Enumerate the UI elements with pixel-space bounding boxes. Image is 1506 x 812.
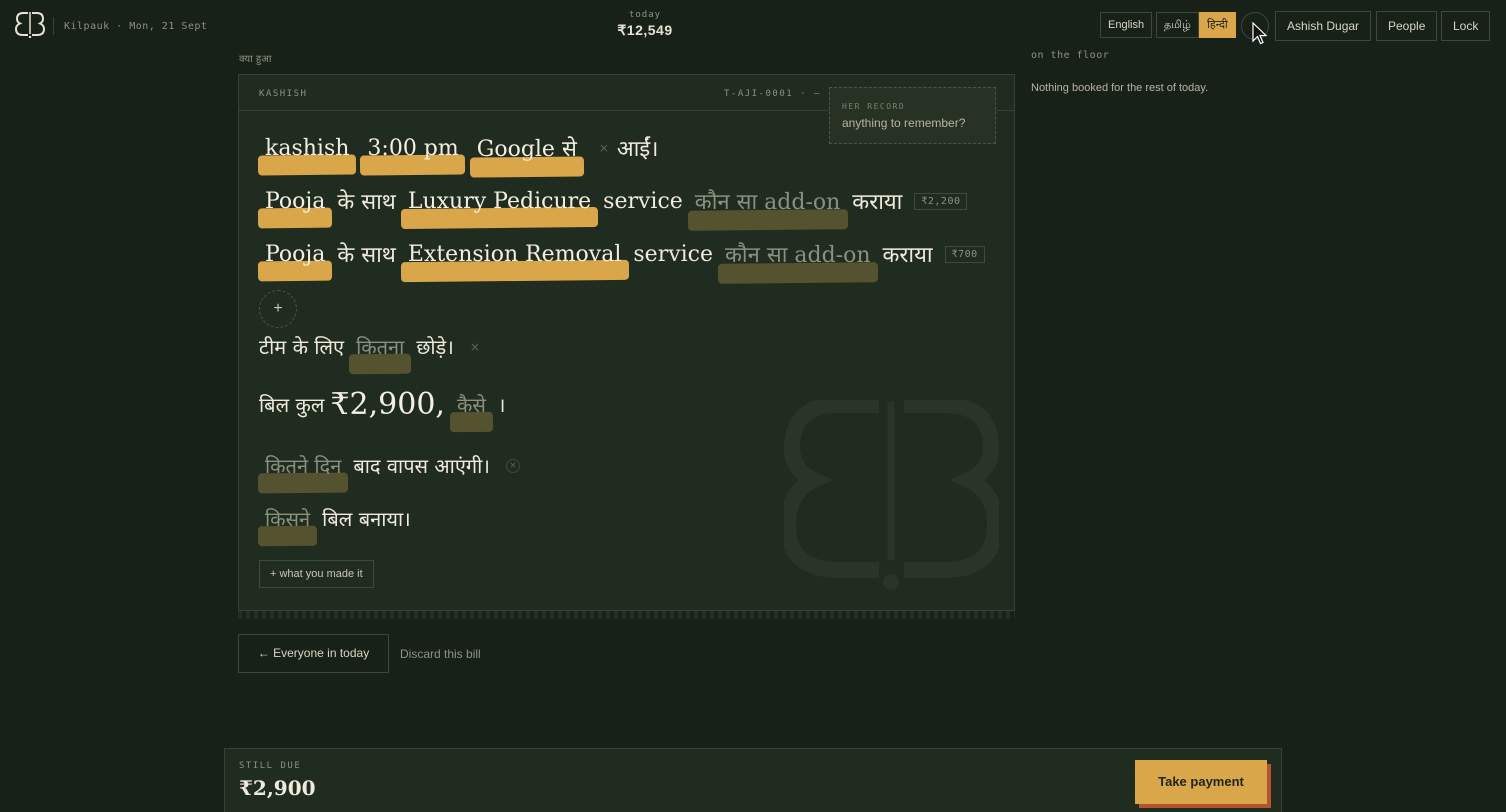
add-service-button[interactable]: + — [259, 290, 297, 328]
still-due-amount: ₹2,900 — [239, 776, 316, 800]
did-text: कराया — [882, 243, 933, 268]
brand-watermark-icon — [784, 400, 999, 590]
today-total: today ₹12,549 — [600, 10, 690, 39]
client-name-label: KASHISH — [259, 89, 308, 99]
client-name-token[interactable]: kashish — [259, 136, 355, 161]
service-price-chip: ₹700 — [944, 245, 985, 263]
top-bar: Kilpauk · Mon, 21 Sept today ₹12,549 Eng… — [0, 0, 1506, 52]
lock-button[interactable]: Lock — [1441, 11, 1491, 41]
bill-card: KASHISH T-AJI-0001 · — HER RECORD anythi… — [238, 74, 1015, 611]
logo-divider — [53, 17, 54, 35]
ticket-number: T-AJI-0001 · — — [724, 89, 821, 99]
brand-logo-icon — [14, 12, 46, 38]
bill-total: ₹2,900, — [330, 387, 445, 422]
user-button[interactable]: Ashish Dugar — [1275, 11, 1372, 41]
location-date: Kilpauk · Mon, 21 Sept — [64, 21, 208, 32]
service-token[interactable]: Extension Removal — [402, 242, 628, 267]
service-line: Pooja के साथ Luxury Pedicure service कौन… — [259, 186, 968, 216]
return-days-token[interactable]: कितने दिन — [259, 452, 347, 479]
service-line: Pooja के साथ Extension Removal service क… — [259, 239, 985, 269]
on-floor-label: on the floor — [1031, 50, 1110, 61]
tip-end: छोड़े। — [416, 335, 454, 359]
tip-line: टीम के लिए कितना छोड़े। × — [259, 333, 488, 360]
language-hindi-button[interactable]: हिन्दी — [1199, 12, 1236, 38]
still-due-label: STILL DUE — [239, 761, 302, 771]
everyone-in-today-button[interactable]: ← Everyone in today — [238, 634, 389, 673]
client-record-note[interactable]: HER RECORD anything to remember? — [829, 87, 996, 144]
still-due-bar: STILL DUE ₹2,900 Take payment — [224, 748, 1282, 812]
addon-token[interactable]: कौन सा add-on — [719, 239, 877, 269]
service-word: service — [603, 188, 683, 214]
remove-source-icon[interactable]: × — [599, 141, 609, 155]
source-token[interactable]: Google से — [471, 133, 583, 163]
total-text: बिल कुल — [259, 393, 325, 417]
return-text: बाद वापस आएंगी। — [353, 454, 490, 478]
card-tear-edge — [238, 611, 1015, 619]
with-text: के साथ — [337, 190, 396, 215]
service-token[interactable]: Luxury Pedicure — [402, 189, 597, 214]
maker-text: बिल बनाया। — [322, 507, 411, 531]
staff-token[interactable]: Pooja — [259, 242, 331, 267]
with-text: के साथ — [337, 243, 396, 268]
today-label: today — [628, 10, 662, 20]
service-price-chip: ₹2,200 — [914, 192, 968, 210]
today-amount: ₹12,549 — [617, 22, 673, 38]
remove-return-icon[interactable]: × — [505, 458, 520, 473]
people-button[interactable]: People — [1376, 11, 1438, 41]
did-text: कराया — [852, 190, 903, 215]
tip-amount-token[interactable]: कितना — [350, 333, 410, 360]
language-english-button[interactable]: English — [1100, 12, 1153, 38]
service-word: service — [633, 241, 714, 267]
payment-method-token[interactable]: कैसे — [451, 391, 492, 418]
discard-bill-link[interactable]: Discard this bill — [400, 647, 481, 661]
record-label: HER RECORD — [842, 102, 906, 111]
take-payment-button[interactable]: Take payment — [1135, 760, 1267, 804]
on-floor-text: Nothing booked for the rest of today. — [1031, 82, 1209, 94]
record-note-input[interactable]: anything to remember? — [842, 116, 965, 130]
maker-line: किसने बिल बनाया। — [259, 505, 417, 532]
total-end: । — [497, 393, 506, 417]
visit-line: kashish 3:00 pm Google से × आईं। — [259, 133, 665, 163]
what-you-made-button[interactable]: + what you made it — [259, 560, 374, 588]
language-tamil-button[interactable]: தமிழ் — [1156, 12, 1199, 38]
mouse-cursor-icon — [1252, 22, 1268, 45]
addon-token[interactable]: कौन सा add-on — [689, 186, 847, 216]
staff-token[interactable]: Pooja — [259, 189, 331, 214]
bill-maker-token[interactable]: किसने — [259, 505, 316, 532]
tip-text: टीम के लिए — [259, 335, 345, 359]
visit-line-end: आईं। — [616, 137, 659, 162]
remove-tip-icon[interactable]: × — [470, 340, 480, 354]
return-line: कितने दिन बाद वापस आएंगी। × — [259, 452, 528, 479]
total-line: बिल कुल ₹2,900, कैसे । — [259, 387, 511, 422]
time-token[interactable]: 3:00 pm — [361, 136, 464, 161]
bill-section-heading: क्या हुआ — [239, 54, 272, 65]
